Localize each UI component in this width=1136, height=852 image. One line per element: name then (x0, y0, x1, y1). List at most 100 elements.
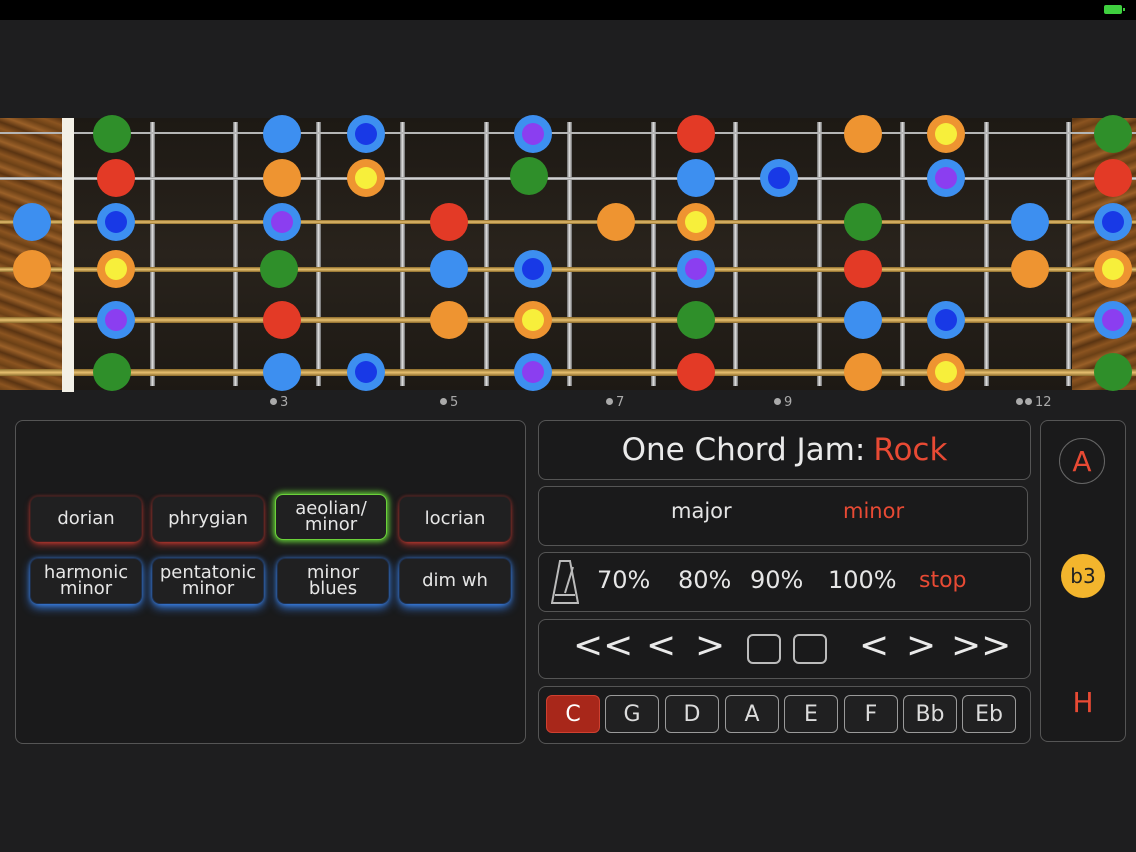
mode-minor-button[interactable]: minor (843, 499, 904, 523)
key-a-button[interactable]: A (725, 695, 779, 733)
side-b3-button[interactable]: b3 (1061, 554, 1105, 598)
scale-dorian-button[interactable]: dorian (30, 496, 142, 542)
string-3 (0, 220, 1136, 224)
next2-button[interactable]: > (906, 625, 936, 666)
note-dot[interactable] (260, 250, 298, 288)
string-5 (0, 317, 1136, 323)
scale-phrygian-button[interactable]: phrygian (152, 496, 264, 542)
key-g-button[interactable]: G (605, 695, 659, 733)
note-dot[interactable] (514, 250, 552, 288)
note-dot[interactable] (1094, 301, 1132, 339)
note-dot[interactable] (927, 301, 965, 339)
note-dot[interactable] (263, 115, 301, 153)
first-button[interactable]: << (573, 625, 633, 666)
side-h-button[interactable]: H (1061, 680, 1105, 724)
fret-marker-7: 7 (606, 395, 624, 410)
side-panel: A b3 H (1040, 420, 1126, 742)
note-dot[interactable] (347, 159, 385, 197)
last-button[interactable]: >> (951, 625, 1011, 666)
note-dot[interactable] (13, 203, 51, 241)
note-dot[interactable] (927, 159, 965, 197)
note-dot[interactable] (430, 301, 468, 339)
note-dot[interactable] (1094, 115, 1132, 153)
tempo-100-button[interactable]: 100% (828, 566, 897, 594)
note-dot[interactable] (93, 115, 131, 153)
jam-title-prefix: One Chord Jam: (621, 432, 866, 468)
note-dot[interactable] (514, 115, 552, 153)
note-dot[interactable] (927, 353, 965, 391)
key-bb-button[interactable]: Bb (903, 695, 957, 733)
note-dot[interactable] (760, 159, 798, 197)
note-dot[interactable] (677, 353, 715, 391)
note-dot[interactable] (844, 353, 882, 391)
note-dot[interactable] (844, 250, 882, 288)
note-dot[interactable] (1094, 159, 1132, 197)
jam-title[interactable]: One Chord Jam: Rock (539, 421, 1030, 479)
mode-major-button[interactable]: major (671, 499, 732, 523)
note-dot[interactable] (1094, 250, 1132, 288)
key-e-button[interactable]: E (784, 695, 838, 733)
key-f-button[interactable]: F (844, 695, 898, 733)
tempo-stop-button[interactable]: stop (919, 568, 967, 593)
note-dot[interactable] (263, 159, 301, 197)
jam-style[interactable]: Rock (873, 432, 947, 468)
note-dot[interactable] (677, 203, 715, 241)
note-dot[interactable] (844, 301, 882, 339)
note-dot[interactable] (1094, 203, 1132, 241)
tempo-panel: 70% 80% 90% 100% stop (538, 552, 1031, 612)
fret-wire-6 (567, 122, 572, 386)
tempo-90-button[interactable]: 90% (750, 566, 803, 594)
note-dot[interactable] (13, 250, 51, 288)
prev-button[interactable]: < (646, 625, 676, 666)
note-dot[interactable] (1011, 250, 1049, 288)
string-2 (0, 176, 1136, 180)
tempo-70-button[interactable]: 70% (597, 566, 650, 594)
note-dot[interactable] (844, 115, 882, 153)
transport-panel: << < > < > >> (538, 619, 1031, 679)
loop-start-box[interactable] (747, 634, 781, 664)
key-c-button[interactable]: C (546, 695, 600, 733)
next-button[interactable]: > (695, 625, 725, 666)
note-dot[interactable] (597, 203, 635, 241)
note-dot[interactable] (677, 250, 715, 288)
fret-wire-11 (984, 122, 989, 386)
note-dot[interactable] (263, 301, 301, 339)
note-dot[interactable] (677, 115, 715, 153)
scale-harmonic-minor-button[interactable]: harmonic minor (30, 558, 142, 604)
fret-wire-10 (900, 122, 905, 386)
note-dot[interactable] (97, 203, 135, 241)
scale-locrian-button[interactable]: locrian (399, 496, 511, 542)
note-dot[interactable] (927, 115, 965, 153)
note-dot[interactable] (677, 159, 715, 197)
tempo-80-button[interactable]: 80% (678, 566, 731, 594)
note-dot[interactable] (97, 301, 135, 339)
string-4 (0, 266, 1136, 272)
key-d-button[interactable]: D (665, 695, 719, 733)
note-dot[interactable] (1094, 353, 1132, 391)
prev2-button[interactable]: < (859, 625, 889, 666)
scale-dim-wh-button[interactable]: dim wh (399, 558, 511, 604)
note-dot[interactable] (263, 353, 301, 391)
note-dot[interactable] (93, 353, 131, 391)
note-dot[interactable] (510, 157, 548, 195)
note-dot[interactable] (430, 250, 468, 288)
side-a-button[interactable]: A (1059, 438, 1105, 484)
note-dot[interactable] (514, 301, 552, 339)
key-eb-button[interactable]: Eb (962, 695, 1016, 733)
note-dot[interactable] (844, 203, 882, 241)
scale-aeolian-minor-button[interactable]: aeolian/ minor (275, 494, 387, 540)
note-dot[interactable] (1011, 203, 1049, 241)
loop-end-box[interactable] (793, 634, 827, 664)
scale-minor-blues-button[interactable]: minor blues (277, 558, 389, 604)
scale-pentatonic-minor-button[interactable]: pentatonic minor (152, 558, 264, 604)
note-dot[interactable] (347, 115, 385, 153)
metronome-icon[interactable] (551, 559, 579, 605)
note-dot[interactable] (97, 159, 135, 197)
note-dot[interactable] (347, 353, 385, 391)
fret-wire-5 (484, 122, 489, 386)
note-dot[interactable] (430, 203, 468, 241)
note-dot[interactable] (97, 250, 135, 288)
note-dot[interactable] (263, 203, 301, 241)
note-dot[interactable] (514, 353, 552, 391)
note-dot[interactable] (677, 301, 715, 339)
